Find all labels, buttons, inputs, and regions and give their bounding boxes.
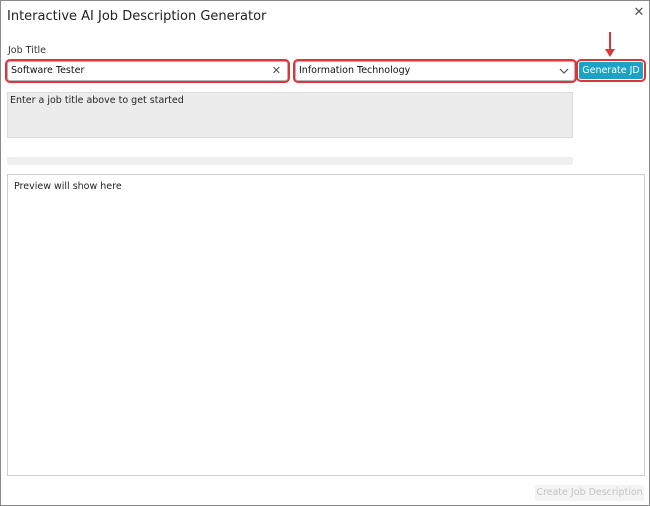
chevron-down-icon [559,68,569,74]
department-select[interactable]: Information Technology [293,59,577,83]
job-title-input[interactable]: Software Tester ✕ [5,59,290,83]
create-job-description-button[interactable]: Create Job Description [535,485,644,501]
hint-box: Enter a job title above to get started [7,92,573,138]
arrow-down-icon [605,32,615,57]
generate-jd-button[interactable]: Generate JD [576,59,646,82]
department-value: Information Technology [299,65,411,76]
hint-text: Enter a job title above to get started [10,95,184,106]
preview-area: Preview will show here [7,174,645,476]
job-title-label: Job Title [8,45,47,56]
job-description-dialog: Interactive AI Job Description Generator… [0,0,650,506]
dialog-title: Interactive AI Job Description Generator [7,9,267,24]
preview-placeholder: Preview will show here [14,181,122,192]
clear-icon[interactable]: ✕ [272,64,281,78]
progress-bar [7,157,573,165]
job-title-value: Software Tester [11,65,85,76]
close-icon[interactable]: ✕ [632,6,646,20]
